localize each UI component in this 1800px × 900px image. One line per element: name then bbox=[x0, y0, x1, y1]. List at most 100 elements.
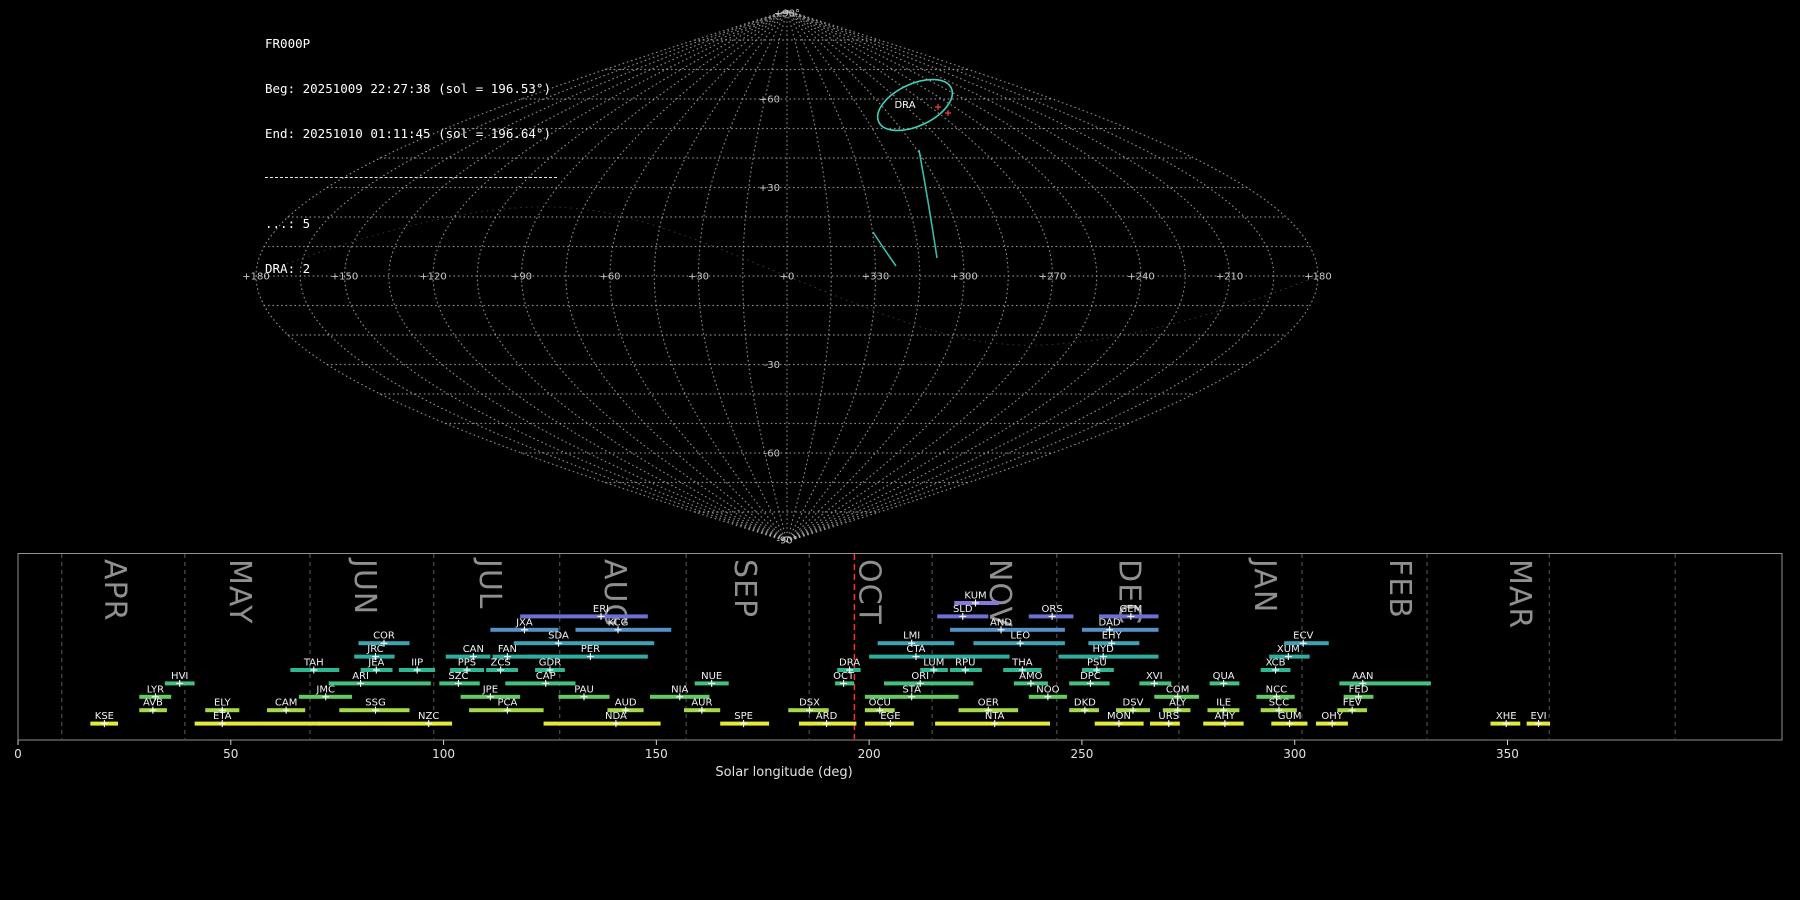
month-label-mar: MAR bbox=[1502, 559, 1537, 629]
ra-grid-label: +0 bbox=[780, 272, 795, 283]
month-label-oct: OCT bbox=[852, 559, 887, 625]
shower-label-PER: PER bbox=[581, 644, 600, 655]
month-label-feb: FEB bbox=[1382, 559, 1417, 619]
shower-label-CAP: CAP bbox=[536, 671, 556, 682]
shower-label-ORS: ORS bbox=[1042, 604, 1063, 615]
shower-label-PCA: PCA bbox=[497, 698, 517, 709]
shower-label-NUE: NUE bbox=[701, 671, 722, 682]
shower-label-OHY: OHY bbox=[1321, 711, 1343, 722]
shower-label-PPS: PPS bbox=[458, 658, 476, 669]
shower-label-COM: COM bbox=[1166, 684, 1189, 695]
shower-label-QUA: QUA bbox=[1213, 671, 1235, 682]
ra-grid-label: +270 bbox=[1039, 272, 1066, 283]
month-label-jan: JAN bbox=[1247, 557, 1282, 613]
south-pole-label: -90° bbox=[776, 536, 797, 547]
shower-label-DAD: DAD bbox=[1099, 617, 1121, 628]
shower-label-DSV: DSV bbox=[1123, 698, 1144, 709]
shower-label-KCG: KCG bbox=[608, 617, 629, 628]
shower-label-LYR: LYR bbox=[147, 684, 164, 695]
shower-label-CAM: CAM bbox=[275, 698, 297, 709]
shower-label-PAU: PAU bbox=[574, 684, 594, 695]
shower-label-ILE: ILE bbox=[1216, 698, 1231, 709]
shower-label-DKD: DKD bbox=[1074, 698, 1096, 709]
ra-grid-label: +30 bbox=[688, 272, 709, 283]
shower-label-STA: STA bbox=[902, 684, 921, 695]
shower-label-AAN: AAN bbox=[1352, 671, 1373, 682]
x-tick-label: 250 bbox=[1070, 747, 1093, 761]
shower-label-GDR: GDR bbox=[539, 658, 561, 669]
shower-bar-ERI bbox=[520, 614, 648, 619]
shower-label-DRA: DRA bbox=[839, 658, 860, 669]
meteor-detection-report: FR000P Beg: 20251009 22:27:38 (sol = 196… bbox=[0, 0, 1800, 900]
ra-grid-label: +330 bbox=[862, 272, 889, 283]
shower-label-URS: URS bbox=[1158, 711, 1179, 722]
shower-bar-AND bbox=[949, 627, 1065, 632]
x-axis-title: Solar longitude (deg) bbox=[715, 765, 852, 780]
shower-label-TAH: TAH bbox=[303, 658, 324, 669]
shower-bar-HYD bbox=[1058, 654, 1159, 659]
shower-label-AHY: AHY bbox=[1215, 711, 1236, 722]
x-tick-label: 200 bbox=[858, 747, 881, 761]
x-tick-label: 100 bbox=[432, 747, 455, 761]
shower-label-XHE: XHE bbox=[1496, 711, 1517, 722]
month-label-sep: SEP bbox=[727, 559, 762, 618]
dec-grid-label: +30 bbox=[759, 183, 780, 194]
shower-label-NZC: NZC bbox=[418, 711, 439, 722]
shower-label-DPC: DPC bbox=[1080, 671, 1101, 682]
shower-label-JEA: JEA bbox=[367, 658, 384, 669]
shower-label-AVB: AVB bbox=[143, 698, 163, 709]
x-tick-label: 350 bbox=[1496, 747, 1519, 761]
shower-label-XUM: XUM bbox=[1277, 644, 1300, 655]
month-label-may: MAY bbox=[222, 559, 257, 624]
shower-label-DSX: DSX bbox=[799, 698, 820, 709]
shower-label-EGE: EGE bbox=[880, 711, 900, 722]
radiant-label-dra: DRA bbox=[894, 100, 915, 111]
shower-bar-URS bbox=[1150, 721, 1180, 726]
shower-label-AMO: AMO bbox=[1019, 671, 1042, 682]
shower-label-GEM: GEM bbox=[1120, 604, 1143, 615]
shower-label-SSG: SSG bbox=[365, 698, 385, 709]
shower-bar-KCG bbox=[575, 627, 672, 632]
north-pole-label: +90° bbox=[774, 9, 800, 20]
shower-label-EHY: EHY bbox=[1102, 631, 1123, 642]
shower-label-LMI: LMI bbox=[903, 631, 920, 642]
ra-grid-label: +60 bbox=[599, 272, 620, 283]
ra-grid-label: +180 bbox=[242, 272, 269, 283]
shower-label-CAN: CAN bbox=[463, 644, 484, 655]
shower-label-KSE: KSE bbox=[95, 711, 114, 722]
shower-label-AUR: AUR bbox=[691, 698, 712, 709]
shower-label-ARD: ARD bbox=[816, 711, 838, 722]
shower-bar-ORI bbox=[884, 681, 974, 686]
shower-label-JXA: JXA bbox=[515, 617, 533, 628]
shower-label-SPE: SPE bbox=[734, 711, 753, 722]
month-label-jul: JUL bbox=[472, 557, 507, 610]
shower-label-ZCS: ZCS bbox=[491, 658, 511, 669]
ra-grid-label: +150 bbox=[331, 272, 358, 283]
shower-label-JMC: JMC bbox=[315, 684, 335, 695]
shower-bar-NDA bbox=[543, 721, 661, 726]
shower-label-ALY: ALY bbox=[1169, 698, 1187, 709]
shower-label-JPE: JPE bbox=[482, 684, 498, 695]
shower-label-NIA: NIA bbox=[671, 684, 688, 695]
shower-bar-ETA bbox=[194, 721, 321, 726]
activity-timeline-chart: APR MAY JUN JUL AUG SEP OCT NOV DEC JAN FEB MARKUME… bbox=[14, 553, 1783, 780]
ra-grid-label: +180 bbox=[1304, 272, 1331, 283]
x-tick-label: 300 bbox=[1283, 747, 1306, 761]
shower-label-THA: THA bbox=[1011, 658, 1033, 669]
shower-label-NOO: NOO bbox=[1036, 684, 1059, 695]
x-tick-label: 150 bbox=[645, 747, 668, 761]
shower-label-OER: OER bbox=[978, 698, 999, 709]
shower-label-SLD: SLD bbox=[953, 604, 973, 615]
shower-label-PSU: PSU bbox=[1087, 658, 1107, 669]
grid-meridian bbox=[697, 9, 788, 543]
shower-label-FEV: FEV bbox=[1343, 698, 1362, 709]
shower-bar-CAP bbox=[505, 681, 576, 686]
shower-label-ARI: ARI bbox=[352, 671, 369, 682]
dec-grid-label: +60 bbox=[759, 95, 780, 106]
shower-label-ETA: ETA bbox=[213, 711, 232, 722]
shower-label-JRC: JRC bbox=[366, 644, 383, 655]
shower-label-NTA: NTA bbox=[985, 711, 1005, 722]
shower-label-ERI: ERI bbox=[593, 604, 609, 615]
month-label-jun: JUN bbox=[347, 557, 382, 615]
shower-label-HVI: HVI bbox=[171, 671, 188, 682]
